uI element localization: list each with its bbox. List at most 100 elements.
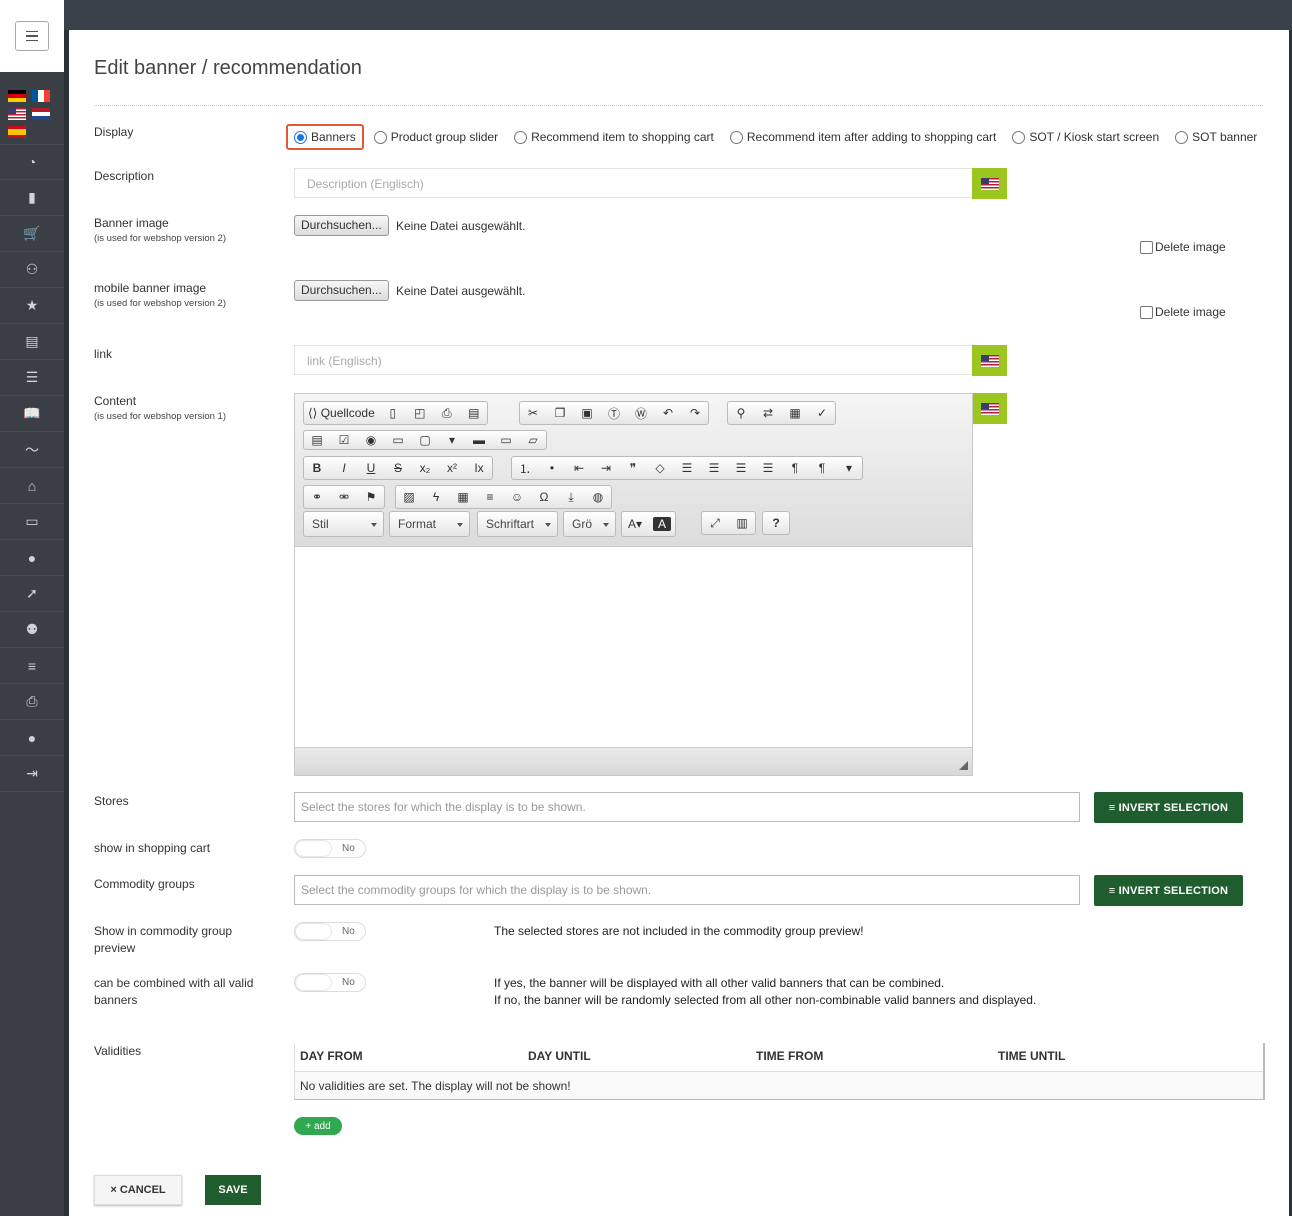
printer-icon[interactable]: ⎙ — [0, 684, 64, 720]
button-icon[interactable]: ▬ — [470, 433, 488, 447]
show-blocks-icon[interactable]: ▥ — [733, 516, 751, 530]
editor-content-area[interactable] — [295, 547, 972, 747]
user-icon[interactable]: ● — [0, 540, 64, 576]
banner-image-delete[interactable]: Delete image — [1140, 240, 1226, 254]
users-icon[interactable]: ⚉ — [0, 612, 64, 648]
underline-icon[interactable]: U — [362, 461, 380, 475]
content-language-button[interactable] — [972, 393, 1007, 424]
radio-recommend-after-adding[interactable]: Recommend item after adding to shopping … — [729, 130, 996, 144]
bold-icon[interactable]: B — [308, 461, 326, 475]
table-icon[interactable]: ▦ — [454, 490, 472, 504]
link-language-button[interactable] — [972, 345, 1007, 376]
cut-icon[interactable]: ✂ — [524, 406, 542, 420]
remove-format-icon[interactable]: Ix — [470, 461, 488, 475]
style-combo[interactable]: Stil — [303, 511, 384, 537]
new-page-icon[interactable]: ▯ — [384, 406, 402, 420]
dutch-flag-icon[interactable] — [32, 108, 50, 120]
cancel-button[interactable]: × CANCEL — [94, 1175, 182, 1205]
radio-dot[interactable] — [514, 130, 528, 144]
maximize-icon[interactable]: ⤢ — [706, 516, 724, 531]
form-icon[interactable]: ▤ — [308, 433, 326, 447]
radio-dot[interactable] — [1175, 130, 1189, 144]
mobile-banner-delete[interactable]: Delete image — [1140, 305, 1226, 319]
iframe-icon[interactable]: ◍ — [589, 490, 607, 504]
monitor-icon[interactable]: ▭ — [0, 504, 64, 540]
horizontal-rule-icon[interactable]: ≡ — [481, 490, 499, 504]
bar-chart-icon[interactable]: ▮ — [0, 180, 64, 216]
archive-icon[interactable]: ▤ — [0, 324, 64, 360]
book-icon[interactable]: 📖 — [0, 396, 64, 432]
radio-recommend-to-cart[interactable]: Recommend item to shopping cart — [514, 130, 714, 144]
french-flag-icon[interactable] — [32, 90, 50, 102]
hidden-field-icon[interactable]: ▱ — [524, 433, 542, 447]
justify-icon[interactable]: ☰ — [759, 461, 777, 475]
radio-dot[interactable] — [373, 130, 387, 144]
language-icon[interactable]: ▾ — [840, 461, 858, 475]
add-validity-button[interactable]: + add — [294, 1117, 342, 1135]
redo-icon[interactable]: ↷ — [686, 406, 704, 420]
source-button[interactable]: ⟨⟩ Quellcode — [308, 406, 375, 420]
copy-icon[interactable]: ❐ — [551, 406, 569, 420]
trend-icon[interactable]: 〜 — [0, 432, 64, 468]
textfield-icon[interactable]: ▭ — [389, 433, 407, 447]
format-combo[interactable]: Format — [389, 511, 470, 537]
help-button[interactable]: ? — [762, 511, 790, 535]
replace-icon[interactable]: ⇄ — [759, 406, 777, 420]
description-language-button[interactable] — [972, 168, 1007, 199]
us-flag-icon[interactable] — [8, 108, 26, 120]
ltr-icon[interactable]: ¶ — [786, 461, 804, 475]
preview-icon[interactable]: ◰ — [411, 406, 429, 420]
radio-dot[interactable] — [294, 130, 307, 144]
commodity-groups-invert-selection-button[interactable]: ≡ INVERT SELECTION — [1094, 875, 1243, 906]
numbered-list-icon[interactable]: ⒈ — [516, 460, 534, 477]
home-icon[interactable]: ⌂ — [0, 468, 64, 504]
link-input[interactable]: link (Englisch) — [294, 345, 973, 375]
anchor-icon[interactable]: ⚑ — [362, 490, 380, 504]
link-icon[interactable]: ⚭ — [308, 490, 326, 504]
align-center-icon[interactable]: ☰ — [705, 461, 723, 475]
div-icon[interactable]: ◇ — [651, 461, 669, 475]
database-icon[interactable]: ≡ — [0, 648, 64, 684]
paste-icon[interactable]: ▣ — [578, 406, 596, 420]
cart-icon[interactable]: 🛒 — [0, 216, 64, 252]
radio-product-group-slider[interactable]: Product group slider — [373, 130, 498, 144]
blockquote-icon[interactable]: ❞ — [624, 461, 642, 475]
outdent-icon[interactable]: ⇤ — [570, 461, 588, 475]
logout-icon[interactable]: ⇥ — [0, 756, 64, 792]
list-icon[interactable]: ☰ — [0, 360, 64, 396]
textarea-icon[interactable]: ▢ — [416, 433, 434, 447]
radio-dot[interactable] — [729, 130, 743, 144]
stores-invert-selection-button[interactable]: ≡ INVERT SELECTION — [1094, 792, 1243, 823]
smiley-icon[interactable]: ☺ — [508, 490, 526, 504]
select-icon[interactable]: ▾ — [443, 433, 461, 447]
templates-icon[interactable]: ▤ — [465, 406, 483, 420]
menu-toggle-icon[interactable] — [15, 21, 49, 51]
checkbox[interactable] — [1140, 240, 1153, 254]
show-in-cart-toggle[interactable]: No — [294, 839, 366, 858]
radio-sot-banner[interactable]: SOT banner — [1175, 130, 1257, 144]
paste-text-icon[interactable]: Ⓣ — [605, 405, 623, 422]
radio-dot[interactable] — [1012, 130, 1026, 144]
superscript-icon[interactable]: x² — [443, 461, 461, 475]
radio-icon[interactable]: ◉ — [362, 433, 380, 447]
align-left-icon[interactable]: ☰ — [678, 461, 696, 475]
image-icon[interactable]: ▨ — [400, 490, 418, 504]
bulleted-list-icon[interactable]: • — [543, 461, 561, 475]
description-input[interactable]: Description (Englisch) — [294, 168, 973, 198]
stores-select[interactable]: Select the stores for which the display … — [294, 792, 1080, 822]
undo-icon[interactable]: ↶ — [659, 406, 677, 420]
german-flag-icon[interactable] — [8, 90, 26, 102]
checkbox-icon[interactable]: ☑ — [335, 433, 353, 447]
banner-image-browse-button[interactable]: Durchsuchen... — [294, 215, 389, 236]
combinable-toggle[interactable]: No — [294, 973, 366, 992]
show-in-preview-toggle[interactable]: No — [294, 922, 366, 941]
text-color-icon[interactable]: A▾ — [626, 517, 644, 531]
flash-icon[interactable]: ϟ — [427, 490, 445, 504]
unlink-icon[interactable]: ⚮ — [335, 490, 353, 504]
italic-icon[interactable]: I — [335, 461, 353, 475]
size-combo[interactable]: Grö — [563, 511, 616, 537]
find-icon[interactable]: ⚲ — [732, 406, 750, 420]
resize-grip-icon[interactable] — [959, 761, 968, 770]
special-char-icon[interactable]: Ω — [535, 490, 553, 504]
save-button[interactable]: SAVE — [205, 1175, 261, 1205]
